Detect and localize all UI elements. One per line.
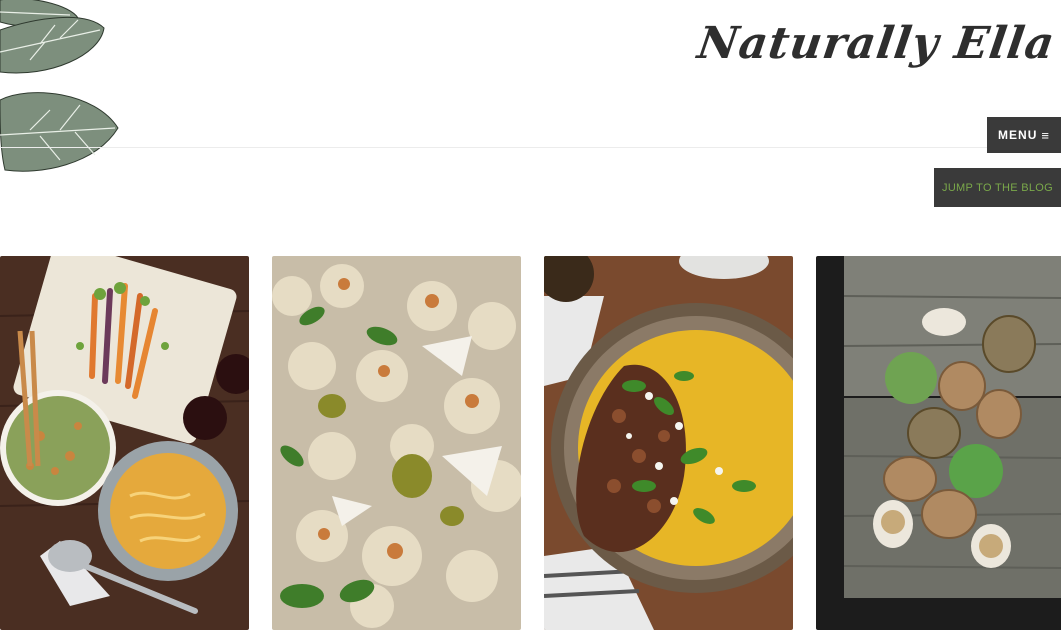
header-divider [0,147,1061,148]
recipe-tile-2[interactable] [272,256,521,630]
jump-to-blog-button[interactable]: JUMP TO THE BLOG [934,168,1061,207]
menu-button[interactable]: MENU ≡ [987,117,1061,153]
leaf-illustration [0,0,125,178]
hamburger-icon: ≡ [1041,127,1050,143]
recipe-tile-3[interactable] [544,256,793,630]
menu-label: MENU [998,128,1038,142]
recipe-tile-4[interactable] [816,256,1061,630]
site-logo[interactable]: Naturally Ella [695,18,1059,69]
recipe-tile-1[interactable] [0,256,249,630]
recipe-grid [0,256,1061,630]
